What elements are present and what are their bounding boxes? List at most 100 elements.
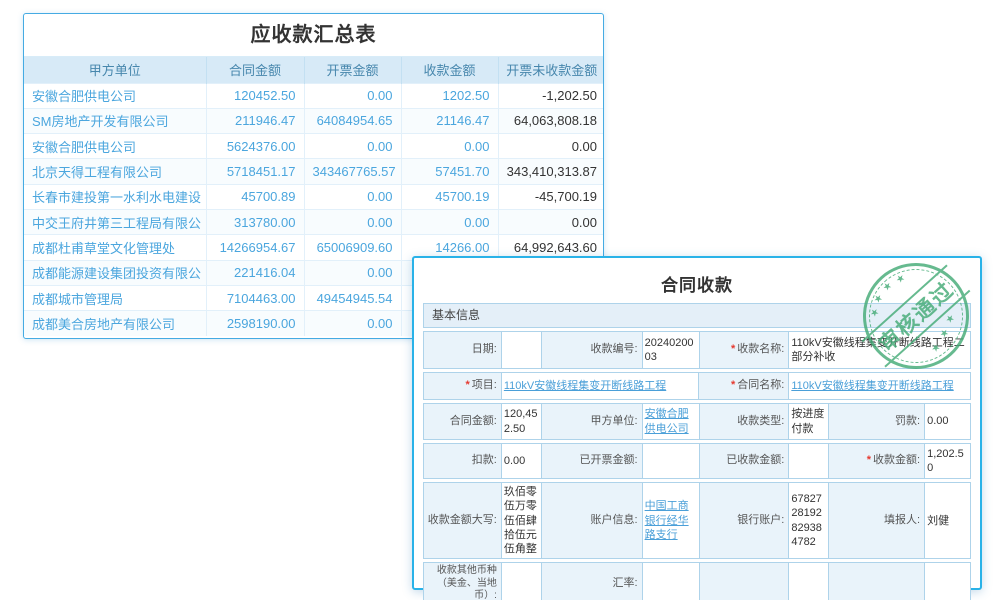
form-field-label: 收款编号:: [542, 331, 643, 369]
basic-info-box: 基本信息 日期:收款编号:2024020003*收款名称:110kV安徽线程集变…: [423, 303, 971, 600]
form-field-link[interactable]: 安徽合肥供电公司: [645, 407, 696, 436]
form-field-value: 6782728192829384782: [789, 482, 829, 559]
amount-cell: 0.00: [401, 134, 498, 159]
form-field-value: 玖佰零伍万零伍佰肆拾伍元伍角整: [502, 482, 542, 559]
form-field-value[interactable]: [502, 562, 542, 600]
amount-cell: 45700.19: [401, 184, 498, 209]
amount-cell: 0.00: [498, 209, 604, 234]
form-field-value[interactable]: [789, 443, 829, 479]
company-name-link[interactable]: 成都城市管理局: [24, 285, 206, 310]
form-title: 合同收款: [414, 258, 980, 303]
form-field-label: 汇率:: [542, 562, 643, 600]
amount-cell: 0.00: [304, 209, 401, 234]
form-field-label: *收款名称:: [700, 331, 790, 369]
form-row: 合同金额:120,452.50甲方单位:安徽合肥供电公司收款类型:按进度付款罚款…: [423, 403, 971, 440]
amount-cell: 2598190.00: [206, 311, 304, 336]
contract-receipt-panel: 合同收款 基本信息 日期:收款编号:2024020003*收款名称:110kV安…: [412, 256, 982, 590]
form-row: *项目:110kV安徽线程集变开断线路工程*合同名称:110kV安徽线程集变开断…: [423, 372, 971, 400]
form-field-value: 2024020003: [643, 331, 700, 369]
form-field-value[interactable]: [502, 331, 542, 369]
amount-cell: 221416.04: [206, 260, 304, 285]
amount-cell: 64084954.65: [304, 108, 401, 133]
form-field-value: 110kV安徽线程集变开断线路工程: [502, 372, 700, 400]
form-field-label: [829, 562, 925, 600]
form-field-label: 收款类型:: [700, 403, 790, 440]
form-field-label: 收款金额大写:: [423, 482, 502, 559]
required-asterisk: *: [867, 454, 871, 468]
form-field-label: 账户信息:: [542, 482, 643, 559]
form-field-value: 按进度付款: [789, 403, 829, 440]
form-field-link[interactable]: 中国工商银行经华路支行: [645, 499, 696, 542]
company-name-link[interactable]: 中交王府井第三工程局有限公: [24, 209, 206, 234]
amount-cell: 45700.89: [206, 184, 304, 209]
amount-cell: 5624376.00: [206, 134, 304, 159]
amount-cell: 14266954.67: [206, 235, 304, 260]
amount-cell: 0.00: [304, 260, 401, 285]
form-field-label: *项目:: [423, 372, 502, 400]
form-field-value: 0.00: [925, 403, 971, 440]
form-field-label: 银行账户:: [700, 482, 790, 559]
company-name-link[interactable]: 成都美合房地产有限公司: [24, 311, 206, 336]
company-name-link[interactable]: 成都杜甫草堂文化管理处: [24, 235, 206, 260]
form-field-value: 刘健: [925, 482, 971, 559]
form-field-value[interactable]: [643, 562, 700, 600]
amount-cell: 0.00: [304, 83, 401, 108]
company-name-link[interactable]: 长春市建投第一水利水电建设: [24, 184, 206, 209]
form-field-label: 填报人:: [829, 482, 925, 559]
required-asterisk: *: [731, 379, 735, 393]
form-row: 收款金额大写:玖佰零伍万零伍佰肆拾伍元伍角整账户信息:中国工商银行经华路支行银行…: [423, 482, 971, 559]
form-field-label: 甲方单位:: [542, 403, 643, 440]
form-field-value[interactable]: [789, 562, 829, 600]
amount-cell: -1,202.50: [498, 83, 604, 108]
summary-column-header: 收款金额: [401, 57, 498, 83]
form-field-value: 110kV安徽线程集变开断线路工程: [789, 372, 971, 400]
company-name-link[interactable]: 成都能源建设集团投资有限公: [24, 260, 206, 285]
amount-cell: 0.00: [401, 209, 498, 234]
company-name-link[interactable]: 安徽合肥供电公司: [24, 134, 206, 159]
form-field-value[interactable]: [643, 443, 700, 479]
form-field-link[interactable]: 110kV安徽线程集变开断线路工程: [791, 379, 953, 393]
form-field-label: [700, 562, 790, 600]
amount-cell: 343467765.57: [304, 159, 401, 184]
form-field-label: 扣款:: [423, 443, 502, 479]
form-field-link[interactable]: 110kV安徽线程集变开断线路工程: [504, 379, 666, 393]
amount-cell: 0.00: [304, 184, 401, 209]
amount-cell: 7104463.00: [206, 285, 304, 310]
summary-table-title: 应收款汇总表: [24, 14, 603, 57]
amount-cell: 65006909.60: [304, 235, 401, 260]
amount-cell: 1202.50: [401, 83, 498, 108]
screen: 应收款汇总表 甲方单位合同金额开票金额收款金额开票未收款金额 安徽合肥供电公司1…: [0, 0, 1000, 600]
amount-cell: 313780.00: [206, 209, 304, 234]
table-row: 长春市建投第一水利水电建设45700.890.0045700.19-45,700…: [24, 184, 604, 209]
amount-cell: 211946.47: [206, 108, 304, 133]
amount-cell: 5718451.17: [206, 159, 304, 184]
amount-cell: 343,410,313.87: [498, 159, 604, 184]
company-name-link[interactable]: SM房地产开发有限公司: [24, 108, 206, 133]
amount-cell: 0.00: [304, 311, 401, 336]
form-field-value: 0.00: [502, 443, 542, 479]
basic-info-section-header: 基本信息: [423, 303, 971, 328]
summary-column-header: 开票金额: [304, 57, 401, 83]
required-asterisk: *: [466, 379, 470, 393]
form-field-label: 日期:: [423, 331, 502, 369]
required-asterisk: *: [731, 343, 735, 357]
table-row: SM房地产开发有限公司211946.4764084954.6521146.476…: [24, 108, 604, 133]
summary-column-header: 开票未收款金额: [498, 57, 604, 83]
summary-table-header-row: 甲方单位合同金额开票金额收款金额开票未收款金额: [24, 57, 604, 83]
company-name-link[interactable]: 安徽合肥供电公司: [24, 83, 206, 108]
amount-cell: 0.00: [304, 134, 401, 159]
amount-cell: 64,063,808.18: [498, 108, 604, 133]
form-field-label: 已开票金额:: [542, 443, 643, 479]
table-row: 北京天得工程有限公司5718451.17343467765.5757451.70…: [24, 159, 604, 184]
form-row: 扣款:0.00已开票金额:已收款金额:*收款金额:1,202.50: [423, 443, 971, 479]
company-name-link[interactable]: 北京天得工程有限公司: [24, 159, 206, 184]
form-field-value: 中国工商银行经华路支行: [643, 482, 700, 559]
amount-cell: 120452.50: [206, 83, 304, 108]
form-field-value[interactable]: [925, 562, 971, 600]
form-row: 收款其他币种（美金、当地币）:汇率:: [423, 562, 971, 600]
form-field-label: *合同名称:: [699, 372, 789, 400]
table-row: 安徽合肥供电公司5624376.000.000.000.00: [24, 134, 604, 159]
table-row: 中交王府井第三工程局有限公313780.000.000.000.00: [24, 209, 604, 234]
summary-column-header: 甲方单位: [24, 57, 206, 83]
amount-cell: 0.00: [498, 134, 604, 159]
